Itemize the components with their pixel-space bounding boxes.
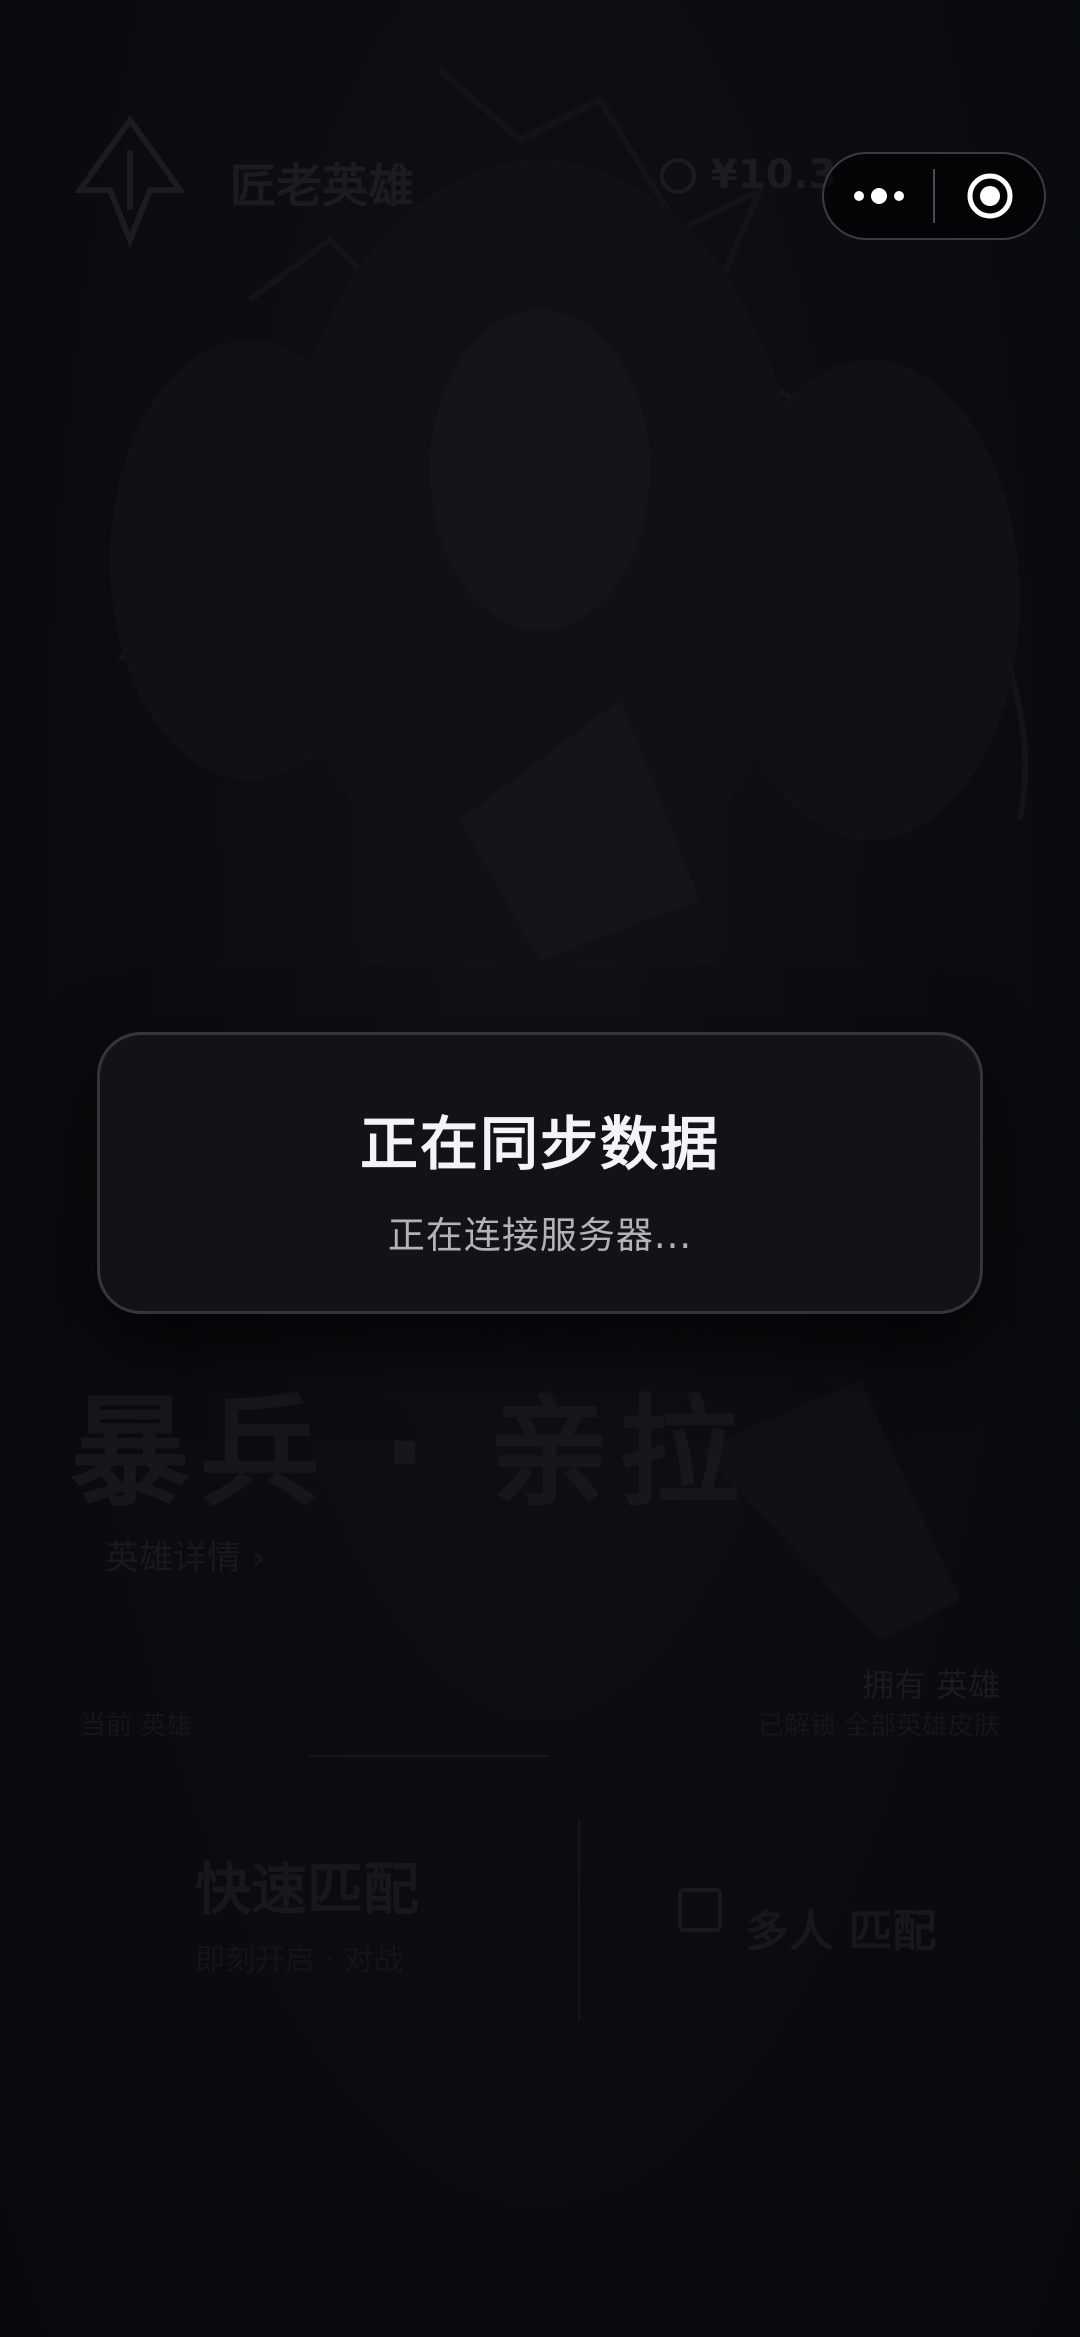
- app-logo-icon: [74, 114, 186, 249]
- sync-dialog: 正在同步数据 正在连接服务器...: [97, 1032, 983, 1314]
- close-button[interactable]: [935, 154, 1044, 238]
- quick-match-subtitle: 即刻开启 · 对战: [195, 1943, 404, 1978]
- capsule-menu: [822, 152, 1046, 240]
- hero-owner-label: 拥有 英雄: [861, 1666, 1000, 1704]
- multi-match-icon: [678, 1888, 722, 1932]
- sync-message: 正在连接服务器...: [387, 1214, 693, 1257]
- app-title: 匠老英雄: [230, 159, 414, 213]
- close-target-icon: [967, 173, 1012, 219]
- left-caption: 当前 英雄: [80, 1711, 193, 1741]
- section-divider: [310, 1755, 550, 1757]
- more-dots-icon: [853, 188, 904, 204]
- coin-icon: [660, 158, 696, 194]
- hero-detail-link[interactable]: 英雄详情 ›: [105, 1530, 265, 1579]
- quick-match-button[interactable]: 快速匹配: [195, 1845, 419, 1926]
- multi-match-button[interactable]: 多人 匹配: [745, 1895, 936, 1959]
- hero-name: 暴兵 · 亲拉: [70, 1384, 750, 1523]
- card-divider: [578, 1820, 580, 2020]
- hero-owner-sub: 已解锁 全部英雄皮肤: [757, 1711, 1000, 1741]
- more-button[interactable]: [824, 154, 933, 238]
- sync-title: 正在同步数据: [359, 1110, 720, 1178]
- currency-amount: ¥10.3: [710, 152, 837, 198]
